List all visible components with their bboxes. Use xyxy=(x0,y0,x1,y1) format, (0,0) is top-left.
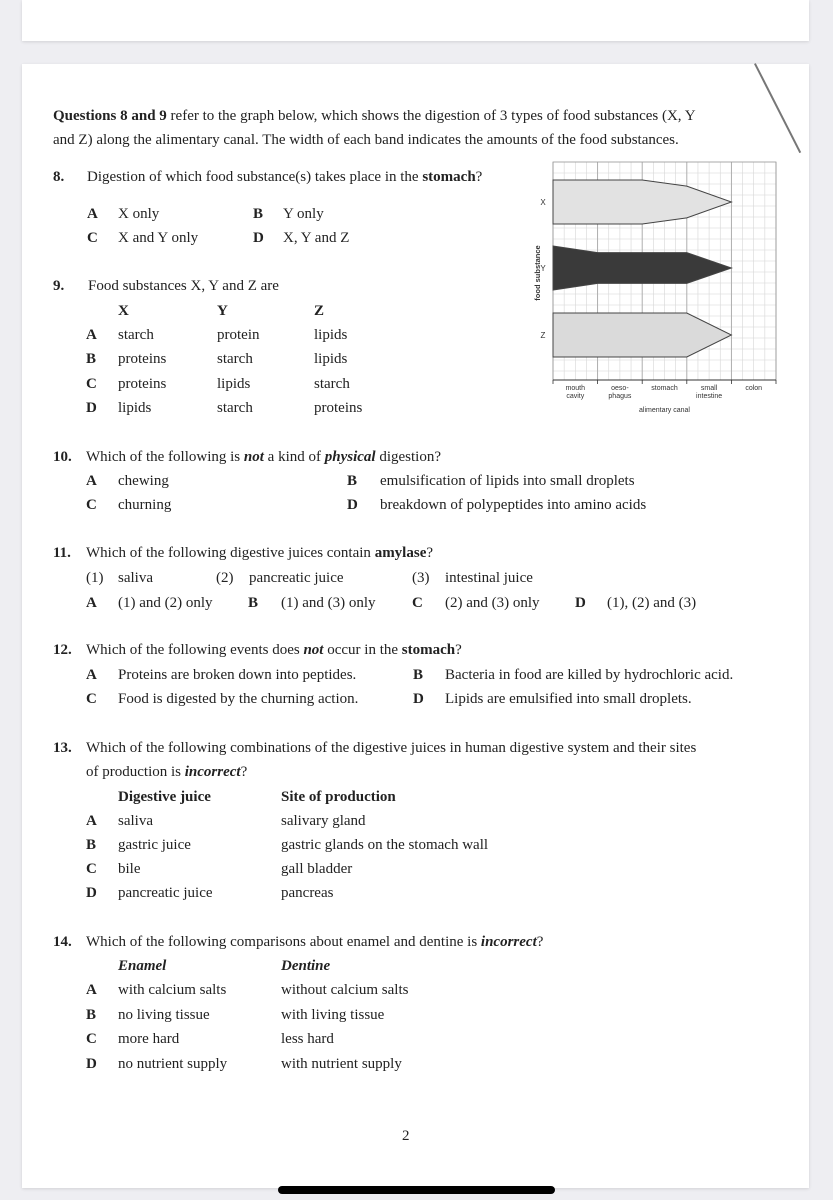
q12-question: Which of the following events does not o… xyxy=(86,642,462,658)
page-number: 2 xyxy=(402,1128,410,1144)
option-cell: with calcium salts xyxy=(118,982,227,998)
option-cell: with nutrient supply xyxy=(281,1055,402,1072)
option-cell: pancreatic juice xyxy=(118,885,213,901)
option-label: B xyxy=(86,351,97,368)
q13-number: 13. xyxy=(53,740,72,756)
option-label: B xyxy=(86,1006,97,1023)
option-cell: without calcium salts xyxy=(281,982,409,998)
option-cell: gastric glands on the stomach wall xyxy=(281,837,489,853)
series-label-x: X xyxy=(540,198,546,207)
chart-labels: XYZmouthcavityoeso-phagusstomach smallint… xyxy=(533,198,762,414)
q9-header-x: X xyxy=(118,303,129,319)
option-cell: lipids xyxy=(314,327,348,343)
option-cell: less hard xyxy=(281,1031,334,1047)
option-cell: starch xyxy=(217,351,253,368)
option-cell: lipids xyxy=(314,351,348,368)
option-cell: starch xyxy=(314,375,350,392)
option-cell: lipids xyxy=(217,375,251,392)
category-label: colon xyxy=(745,385,762,392)
q9-question: Food substances X, Y and Z are xyxy=(88,278,279,294)
q14-header-dentine: Dentine xyxy=(281,958,331,974)
option-cell: proteins xyxy=(118,375,167,392)
q13-header-juice: Digestive juice xyxy=(118,789,211,805)
y-axis-label: food substance xyxy=(533,245,542,300)
q13-question-line-2: of production is incorrect? xyxy=(86,764,248,780)
q13-question-line-1: Which of the following combinations of t… xyxy=(86,740,697,756)
chart-bands xyxy=(552,179,733,358)
category-label: small xyxy=(701,385,718,392)
home-indicator[interactable] xyxy=(278,1186,555,1194)
q9-header-y: Y xyxy=(217,303,228,319)
option-cell: protein xyxy=(217,327,260,343)
option-cell: with living tissue xyxy=(281,1006,385,1023)
option-label: B xyxy=(86,837,97,853)
category-label: mouth xyxy=(566,385,586,392)
option-cell: saliva xyxy=(118,813,153,829)
q9-number: 9. xyxy=(53,278,65,294)
category-label: oeso- xyxy=(611,385,629,392)
option-label: A xyxy=(86,982,97,998)
q12-number: 12. xyxy=(53,642,72,658)
q8-question: Digestion of which food substance(s) tak… xyxy=(87,169,483,185)
intro-line-1: Questions 8 and 9 refer to the graph bel… xyxy=(53,107,696,125)
option-label: A xyxy=(86,813,97,829)
q10-number: 10. xyxy=(53,449,72,465)
option-cell: no living tissue xyxy=(118,1006,210,1023)
q10-question: Which of the following is not a kind of … xyxy=(86,449,441,465)
option-cell: no nutrient supply xyxy=(118,1055,228,1072)
option-cell: proteins xyxy=(118,351,167,368)
q11-question: Which of the following digestive juices … xyxy=(86,545,434,561)
option-label: C xyxy=(86,375,97,392)
band-x xyxy=(552,179,733,225)
band-y xyxy=(552,245,733,291)
category-label: intestine xyxy=(696,393,722,400)
option-cell: starch xyxy=(217,399,253,416)
intro-lead: Questions 8 and 9 xyxy=(53,108,167,124)
q9-header-z: Z xyxy=(314,303,325,319)
option-label: A xyxy=(86,327,97,343)
option-label: C xyxy=(86,1031,97,1047)
series-label-z: Z xyxy=(541,331,546,340)
option-cell: gall bladder xyxy=(281,861,353,877)
q14-number: 14. xyxy=(53,934,72,950)
option-cell: salivary gland xyxy=(281,813,366,829)
q8-number: 8. xyxy=(53,169,65,185)
band-z xyxy=(552,312,733,358)
q11-number: 11. xyxy=(53,545,71,561)
option-cell: lipids xyxy=(118,399,152,416)
previous-page-card xyxy=(22,0,809,41)
x-axis-label: alimentary canal xyxy=(639,407,690,414)
category-label: phagus xyxy=(608,393,631,400)
option-label: D xyxy=(86,399,97,416)
option-label: C xyxy=(86,861,97,877)
digestion-chart: XYZmouthcavityoeso-phagusstomach smallint… xyxy=(533,161,777,414)
option-label: D xyxy=(86,885,97,901)
q14-question: Which of the following comparisons about… xyxy=(86,934,544,950)
category-label: cavity xyxy=(566,393,584,400)
option-cell: pancreas xyxy=(281,885,334,901)
option-cell: starch xyxy=(118,327,154,343)
q13-header-site: Site of production xyxy=(281,789,396,805)
q14-header-enamel: Enamel xyxy=(118,958,167,974)
option-cell: gastric juice xyxy=(118,837,191,853)
option-cell: bile xyxy=(118,861,141,877)
intro-line-2: and Z) along the alimentary canal. The w… xyxy=(53,132,679,148)
option-cell: more hard xyxy=(118,1031,180,1047)
intro-rest: refer to the graph below, which shows th… xyxy=(166,108,696,124)
option-label: D xyxy=(86,1055,97,1072)
category-label: stomach xyxy=(651,385,678,392)
option-cell: proteins xyxy=(314,399,363,416)
